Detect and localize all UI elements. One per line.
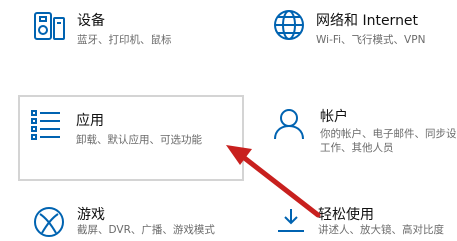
- keyboard-speaker-icon: [32, 10, 66, 44]
- globe-icon: [272, 8, 306, 42]
- tile-description: 讲述人、放大镜、高对比度: [318, 224, 444, 236]
- settings-tile-accounts[interactable]: 帐户 你的帐户、电子邮件、同步设置、 工作、其他人员: [260, 95, 457, 181]
- settings-tile-network[interactable]: 网络和 Internet Wi-Fi、飞行模式、VPN: [260, 0, 457, 60]
- settings-tile-apps[interactable]: 应用 卸载、默认应用、可选功能: [18, 95, 244, 181]
- tile-description: 截屏、DVR、广播、游戏模式: [77, 224, 215, 236]
- ease-of-access-icon: [274, 207, 308, 241]
- tile-description: 蓝牙、打印机、鼠标: [77, 34, 172, 46]
- apps-list-icon: [30, 107, 64, 141]
- tile-title: 游戏: [77, 207, 105, 223]
- tile-title: 网络和 Internet: [316, 13, 419, 29]
- tile-description: 卸载、默认应用、可选功能: [76, 134, 202, 146]
- tile-title: 应用: [76, 113, 104, 129]
- tile-title: 轻松使用: [318, 207, 374, 223]
- xbox-icon: [32, 205, 66, 239]
- settings-tile-gaming[interactable]: 游戏 截屏、DVR、广播、游戏模式: [20, 195, 240, 237]
- settings-tile-devices[interactable]: 设备 蓝牙、打印机、鼠标: [20, 0, 240, 60]
- person-icon: [272, 107, 306, 141]
- tile-description-line-1: 你的帐户、电子邮件、同步设置、: [320, 128, 457, 140]
- settings-tile-ease-of-access[interactable]: 轻松使用 讲述人、放大镜、高对比度: [260, 195, 457, 237]
- tile-description-line-2: 工作、其他人员: [320, 142, 394, 154]
- tile-title: 设备: [77, 13, 105, 29]
- tile-title: 帐户: [320, 109, 348, 125]
- tile-description: Wi-Fi、飞行模式、VPN: [316, 34, 426, 46]
